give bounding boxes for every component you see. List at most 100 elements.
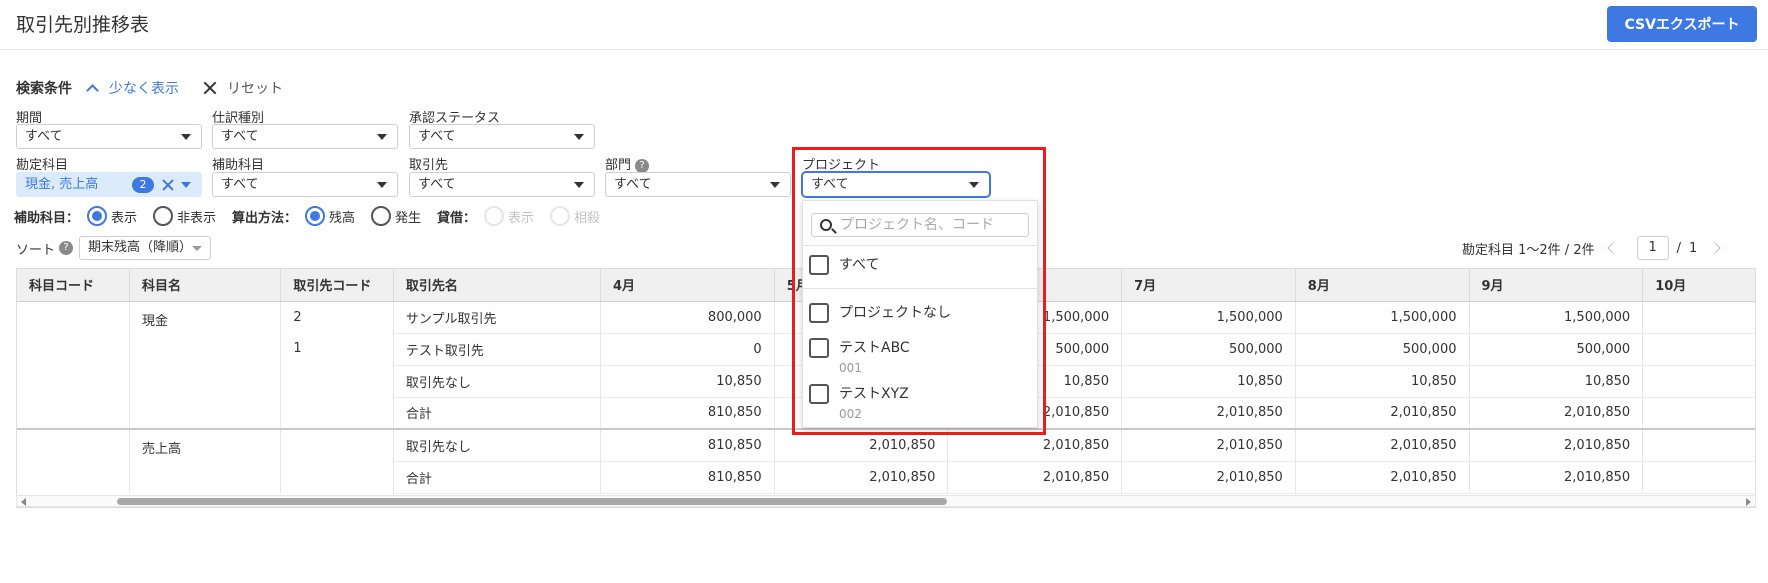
page-number-input[interactable]: 1 (1636, 236, 1669, 260)
clear-icon[interactable] (162, 179, 174, 191)
table-cell: 2,010,850 (1469, 461, 1644, 494)
horizontal-scrollbar[interactable] (16, 495, 1756, 507)
reset-link[interactable]: リセット (203, 78, 283, 98)
column-header: 取引先コード (280, 269, 394, 302)
table-cell: 500,000 (1121, 333, 1296, 366)
table-row: 合計 810,850 2,010,850 2,010,850 2,010,850 2,01… (17, 461, 1755, 494)
approval-status-select[interactable]: すべて (409, 124, 595, 149)
table-cell: 2,010,850 (774, 461, 949, 494)
sub-account-select[interactable]: すべて (212, 172, 398, 197)
table-cell (129, 365, 282, 397)
table-cell: 2,010,850 (1469, 429, 1644, 462)
caret-down-icon (377, 134, 387, 140)
table-cell (1642, 301, 1755, 334)
table-cell: 取引先なし (393, 365, 601, 398)
column-header: 10月 (1642, 269, 1755, 302)
caret-down-icon (770, 182, 780, 188)
table-cell (129, 461, 282, 493)
help-icon[interactable]: ? (59, 241, 74, 255)
show-less-link[interactable]: 少なく表示 (86, 78, 179, 98)
calc-method-label: 算出方法： (232, 210, 298, 226)
table-cell: 800,000 (600, 301, 775, 334)
department-label: 部門 (605, 158, 632, 173)
table-cell: 10,850 (600, 365, 775, 398)
table-cell (1642, 333, 1755, 366)
account-select[interactable]: 現金, 売上高 2 (16, 172, 202, 197)
table-cell: 1,500,000 (1121, 301, 1296, 334)
sub-account-value: すべて (221, 177, 259, 192)
sub-account-display-option: 補助科目： 表示 非表示 (14, 205, 228, 227)
caret-down-icon (181, 182, 191, 188)
table-cell (280, 365, 394, 397)
page-total: 1 (1688, 240, 1698, 256)
reset-label: リセット (227, 81, 283, 97)
table-cell (17, 333, 130, 365)
chevron-up-icon (86, 83, 99, 97)
table-cell (17, 461, 130, 493)
table-cell: 2,010,850 (1295, 397, 1470, 430)
sub-account-show-label: 表示 (111, 210, 138, 226)
department-select[interactable]: すべて (605, 172, 791, 197)
caret-down-icon (377, 182, 387, 188)
table-cell (1642, 397, 1755, 430)
table-cell: 10,850 (1295, 365, 1470, 398)
sort-value: 期末残高（降順） (88, 240, 193, 255)
table-cell: 10,850 (1469, 365, 1644, 398)
partner-select[interactable]: すべて (409, 172, 595, 197)
chevron-left-icon[interactable] (1606, 242, 1619, 254)
sub-account-hide-label: 非表示 (177, 210, 217, 226)
column-header: 科目名 (129, 269, 282, 302)
column-header: 8月 (1295, 269, 1470, 302)
dr-cr-offset-label: 相殺 (574, 210, 601, 226)
table-cell: 500,000 (1295, 333, 1470, 366)
table-cell: 売上高 (129, 429, 282, 461)
chevron-right-icon[interactable] (1709, 242, 1721, 254)
csv-export-button[interactable]: CSVエクスポート (1607, 6, 1757, 42)
scroll-left-arrow-icon[interactable] (21, 498, 26, 506)
table-cell: 2,010,850 (1469, 397, 1644, 430)
show-less-label: 少なく表示 (109, 81, 179, 97)
scroll-right-arrow-icon[interactable] (1746, 498, 1751, 506)
table-cell: 合計 (393, 461, 601, 494)
caret-down-icon (574, 182, 584, 188)
calc-method-balance-radio[interactable] (305, 206, 326, 226)
table-cell: 500,000 (1469, 333, 1644, 366)
table-cell: 合計 (393, 397, 601, 430)
sort-select[interactable]: 期末残高（降順） (79, 236, 212, 260)
table-cell: 1 (280, 333, 394, 365)
pagination-summary: 勘定科目 1〜2件 / 2件 (1462, 242, 1595, 258)
sub-account-option-label: 補助科目： (14, 210, 80, 226)
table-cell: 0 (600, 333, 775, 366)
selected-count-badge: 2 (132, 177, 154, 193)
table-cell (129, 333, 282, 365)
table-cell (129, 397, 282, 430)
highlight-annotation-box (792, 147, 1046, 435)
table-cell: 810,850 (600, 429, 775, 462)
caret-down-icon (181, 134, 191, 140)
journal-type-select[interactable]: すべて (212, 124, 398, 149)
column-header: 取引先名 (393, 269, 601, 302)
account-label: 勘定科目 (16, 158, 69, 173)
help-icon[interactable]: ? (635, 158, 650, 173)
sub-account-show-radio[interactable] (87, 206, 108, 226)
sort-label: ソート (16, 242, 56, 258)
table-cell: 2 (280, 301, 394, 333)
calc-method-occurrence-radio[interactable] (371, 206, 392, 226)
page-header: 取引先別推移表 CSVエクスポート (0, 0, 1768, 50)
table-cell (17, 397, 130, 430)
calc-method-balance-label: 残高 (329, 210, 356, 226)
period-select[interactable]: すべて (16, 124, 202, 149)
table-cell (17, 365, 130, 397)
calc-method-option: 算出方法： 残高 発生 (232, 205, 433, 227)
table-cell (280, 461, 394, 493)
approval-status-value: すべて (418, 129, 456, 144)
search-conditions-bar: 検索条件 少なく表示 リセット (16, 78, 283, 98)
page-title: 取引先別推移表 (16, 14, 150, 36)
column-header: 科目コード (17, 269, 130, 302)
sub-account-hide-radio[interactable] (153, 206, 174, 226)
scrollbar-thumb[interactable] (117, 498, 947, 505)
sub-account-label: 補助科目 (212, 158, 265, 173)
table-cell: 現金 (129, 301, 282, 333)
search-conditions-title: 検索条件 (16, 81, 72, 97)
pagination: 勘定科目 1〜2件 / 2件 1 / 1 (1462, 236, 1733, 260)
